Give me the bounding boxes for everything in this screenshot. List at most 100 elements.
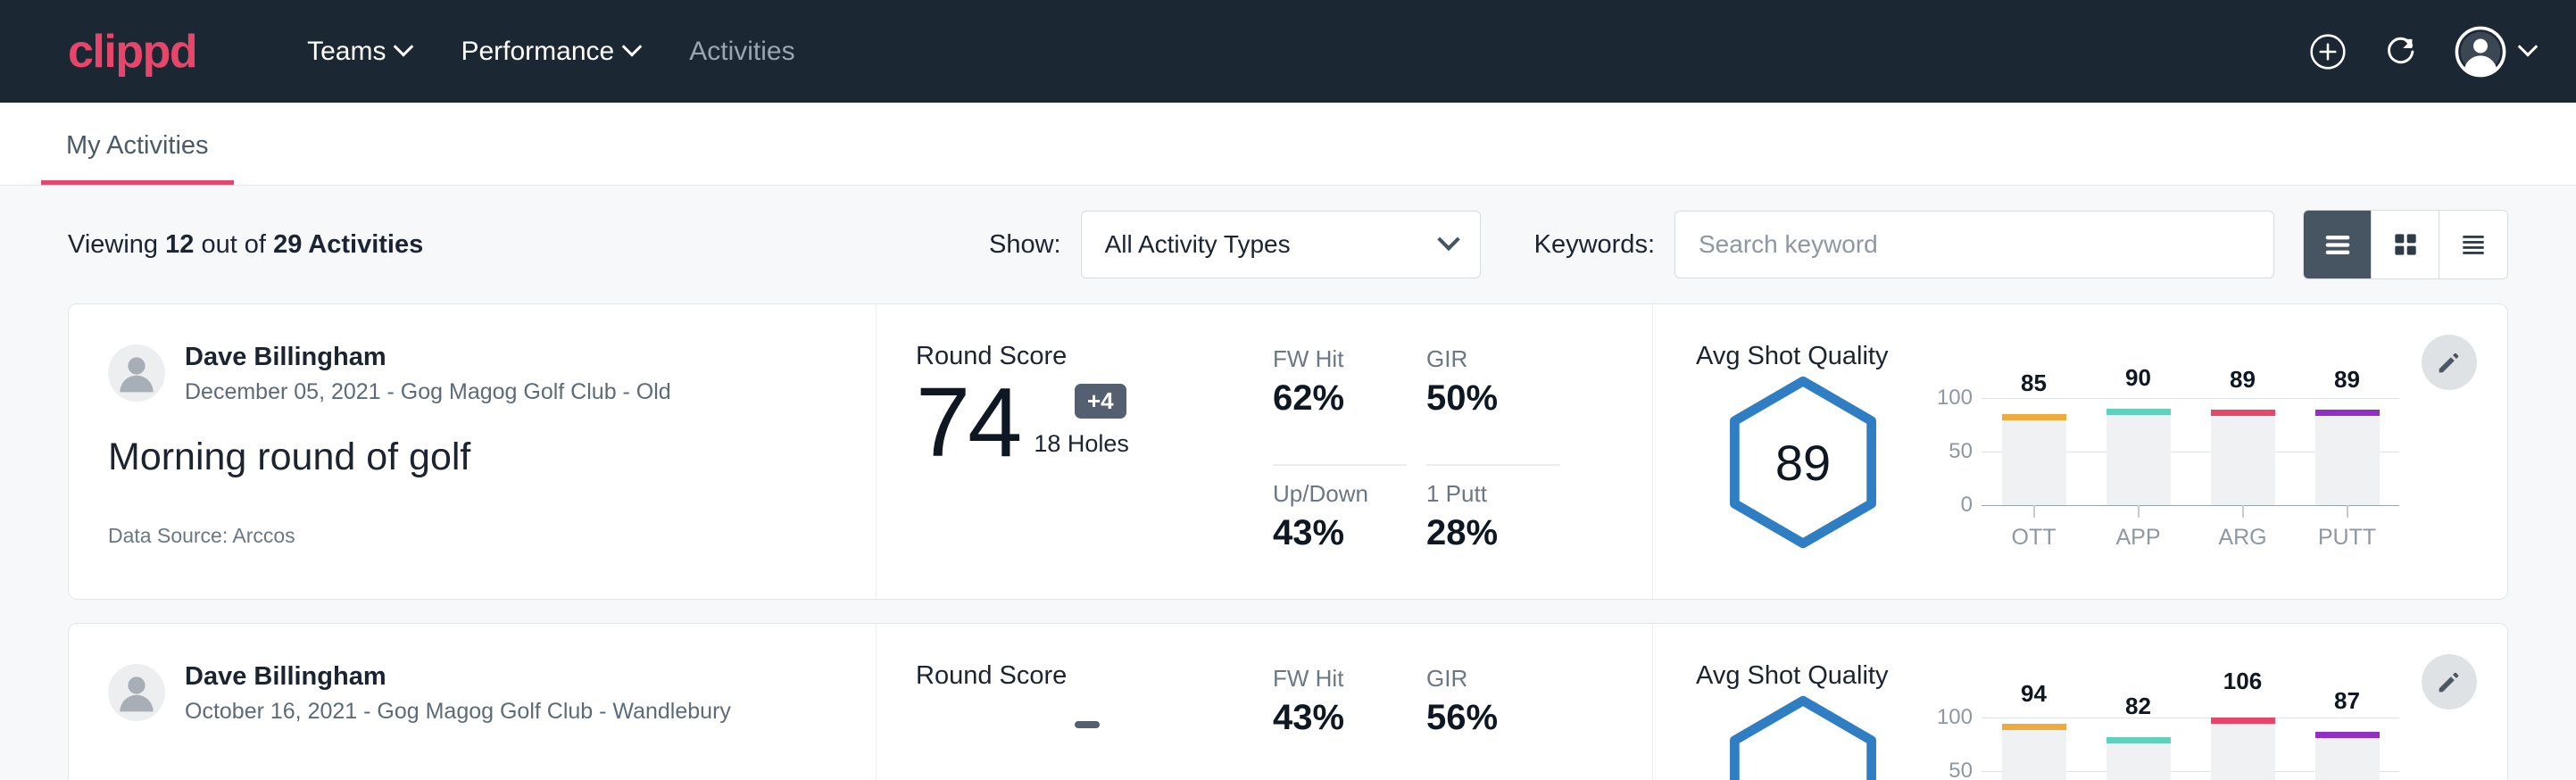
activity-type-select-value: All Activity Types — [1105, 230, 1291, 259]
round-score-to-par-badge: +4 — [1075, 384, 1126, 419]
bar-app: 82 — [2086, 718, 2190, 780]
view-mode-toggle — [2303, 210, 2508, 279]
stat-label: GIR — [1426, 345, 1560, 373]
tab-my-activities[interactable]: My Activities — [41, 131, 234, 185]
activity-card[interactable]: Dave Billingham October 16, 2021 - Gog M… — [68, 623, 2508, 780]
xtick-label: OTT — [2012, 525, 2057, 551]
shot-quality-bar-chart: 100 50 0 94 — [1926, 694, 2399, 780]
stat-up-down: Up/Down 43% — [1273, 480, 1407, 599]
tick-mark — [2138, 505, 2140, 518]
stat-value: 56% — [1426, 698, 1560, 738]
view-mode-compact-list-button[interactable] — [2304, 211, 2372, 278]
stat-value: 50% — [1426, 378, 1560, 419]
nav-item-teams[interactable]: Teams — [282, 28, 436, 76]
xtick-putt: PUTT — [2295, 505, 2399, 551]
bar-cap — [2107, 409, 2171, 415]
xtick-app: APP — [2086, 505, 2190, 551]
avg-shot-quality-column: Avg Shot Quality 100 — [1653, 624, 2507, 780]
nav-item-label: Teams — [307, 37, 386, 67]
search-placeholder: Search keyword — [1699, 230, 1878, 259]
round-score-column: Round Score 74 +4 18 Holes FW Hit 62% GI… — [877, 304, 1653, 599]
xtick-ott: OTT — [1982, 505, 2086, 551]
refresh-button[interactable] — [2381, 32, 2421, 71]
bar-cap — [2315, 410, 2380, 416]
viewing-count: 12 — [165, 230, 194, 259]
activity-user-name: Dave Billingham — [185, 342, 671, 373]
avatar — [108, 664, 165, 721]
show-label: Show: — [989, 230, 1061, 260]
filter-controls: Show: All Activity Types Keywords: Searc… — [989, 210, 2508, 279]
bar-rect — [2211, 718, 2275, 780]
bar-app: 90 — [2086, 398, 2190, 505]
chevron-down-icon — [394, 37, 414, 57]
edit-activity-button[interactable] — [2422, 654, 2477, 709]
shot-quality-bar-chart: 100 50 0 85 — [1926, 375, 2399, 553]
bar-rect — [2002, 724, 2066, 780]
round-score-block: Round Score 74 +4 18 Holes — [916, 342, 1273, 599]
person-avatar-icon — [108, 344, 165, 402]
chevron-down-icon — [1437, 228, 1459, 251]
grid-icon — [2388, 227, 2423, 262]
activity-user: Dave Billingham October 16, 2021 - Gog M… — [108, 661, 836, 725]
bar-cap — [2002, 414, 2066, 420]
xtick-arg: ARG — [2190, 505, 2295, 551]
bar-value: 89 — [2230, 366, 2256, 394]
clippd-logo[interactable]: clippd — [68, 25, 196, 79]
pencil-icon — [2434, 347, 2464, 378]
nav-item-activities[interactable]: Activities — [664, 28, 819, 76]
activity-type-select[interactable]: All Activity Types — [1081, 211, 1481, 278]
quality-hexagon-wrap — [1696, 694, 1910, 780]
bar-rect — [2002, 414, 2066, 505]
tab-bar: My Activities — [0, 103, 2576, 186]
chart-bars: 94 82 — [1982, 718, 2399, 780]
nav-item-performance[interactable]: Performance — [436, 28, 664, 76]
quality-hexagon — [1723, 694, 1883, 780]
view-mode-detail-list-button[interactable] — [2439, 211, 2507, 278]
avatar — [108, 344, 165, 402]
search-input[interactable]: Search keyword — [1674, 211, 2274, 278]
stat-fw-hit: FW Hit 62% — [1273, 345, 1407, 466]
round-stats-grid: FW Hit 62% GIR 50% Up/Down 43% 1 Putt 28… — [1273, 345, 1560, 599]
activity-card[interactable]: Dave Billingham December 05, 2021 - Gog … — [68, 303, 2508, 600]
chart-bars: 85 90 — [1982, 398, 2399, 505]
bar-value: 89 — [2334, 366, 2360, 394]
stat-label: GIR — [1426, 665, 1560, 693]
round-score-block: Round Score — [916, 661, 1273, 780]
stat-value: 43% — [1273, 698, 1407, 738]
stat-value: 62% — [1273, 378, 1407, 419]
edit-activity-button[interactable] — [2422, 335, 2477, 390]
stat-value: 43% — [1273, 513, 1407, 553]
view-mode-grid-button[interactable] — [2372, 211, 2439, 278]
bar-rect — [2315, 732, 2380, 780]
top-nav-actions — [2308, 26, 2535, 78]
round-score-label: Round Score — [916, 661, 1273, 691]
avg-shot-quality-column: Avg Shot Quality 89 100 — [1653, 304, 2507, 599]
ytick-50: 50 — [1949, 759, 1973, 780]
nav-item-label: Activities — [689, 37, 794, 67]
stat-1-putt: 1 Putt 28% — [1426, 480, 1560, 599]
bar-value: 106 — [2223, 668, 2262, 695]
stat-value: 28% — [1426, 513, 1560, 553]
bar-rect — [2211, 410, 2275, 505]
bar-rect — [2107, 409, 2171, 505]
bar-arg: 89 — [2190, 398, 2295, 505]
activity-meta: October 16, 2021 - Gog Magog Golf Club -… — [185, 698, 731, 725]
viewing-prefix: Viewing — [68, 230, 158, 259]
filter-bar: Viewing 12 out of 29 Activities Show: Al… — [68, 186, 2508, 303]
bar-ott: 94 — [1982, 718, 2086, 780]
activity-info-column: Dave Billingham October 16, 2021 - Gog M… — [69, 624, 877, 780]
quality-hexagon: 89 — [1723, 375, 1883, 550]
viewing-total: 29 Activities — [273, 230, 423, 259]
activity-user: Dave Billingham December 05, 2021 - Gog … — [108, 342, 836, 405]
add-button[interactable] — [2308, 32, 2347, 71]
ytick-100: 100 — [1937, 705, 1973, 730]
xtick-label: APP — [2115, 525, 2160, 551]
stat-label: 1 Putt — [1426, 480, 1560, 508]
account-menu[interactable] — [2455, 26, 2535, 78]
round-holes-label: 18 Holes — [1034, 430, 1129, 458]
ytick-100: 100 — [1937, 386, 1973, 411]
bar-value: 90 — [2125, 364, 2151, 392]
tick-mark — [2242, 505, 2244, 518]
activity-info-column: Dave Billingham December 05, 2021 - Gog … — [69, 304, 877, 599]
plus-circle-icon — [2308, 32, 2347, 71]
